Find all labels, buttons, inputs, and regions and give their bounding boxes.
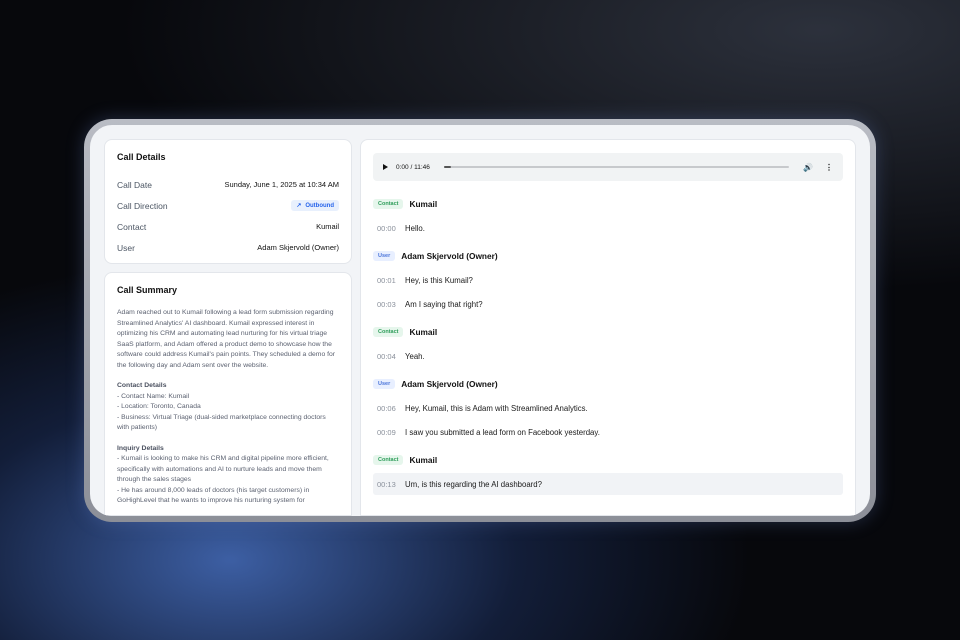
- timestamp[interactable]: 00:04: [377, 352, 397, 361]
- role-tag-contact: Contact: [373, 455, 404, 465]
- app-screen: Call Details Call Date Sunday, June 1, 2…: [90, 125, 870, 516]
- call-summary-card[interactable]: Call Summary Adam reached out to Kumail …: [104, 272, 352, 516]
- speaker-block: Contact Kumail 00:13 Um, is this regardi…: [373, 453, 843, 495]
- speaker-header: User Adam Skjervold (Owner): [373, 377, 843, 391]
- outbound-arrow-icon: ↗: [296, 203, 302, 209]
- transcript-panel[interactable]: 0:00 / 11:46 🔊 ⋮ Contact Kumail 00:00 He…: [360, 139, 856, 516]
- call-date-label: Call Date: [117, 179, 152, 190]
- call-date-value: Sunday, June 1, 2025 at 10:34 AM: [224, 180, 339, 189]
- device-frame: Call Details Call Date Sunday, June 1, 2…: [84, 119, 876, 522]
- role-tag-user: User: [373, 379, 396, 389]
- timestamp[interactable]: 00:03: [377, 300, 397, 309]
- role-tag-contact: Contact: [373, 199, 404, 209]
- utterance[interactable]: 00:01 Hey, is this Kumail?: [373, 269, 843, 291]
- utterance-text: Hello.: [405, 223, 425, 233]
- utterance-text: Am I saying that right?: [405, 299, 483, 309]
- contact-label: Contact: [117, 221, 147, 232]
- utterance[interactable]: 00:00 Hello.: [373, 217, 843, 239]
- speaker-header: Contact Kumail: [373, 197, 843, 211]
- user-value: Adam Skjervold (Owner): [257, 243, 339, 252]
- speaker-block: Contact Kumail 00:04 Yeah.: [373, 325, 843, 367]
- user-label: User: [117, 242, 135, 253]
- speaker-name: Kumail: [409, 199, 438, 209]
- progress-track[interactable]: [443, 166, 790, 168]
- audio-player[interactable]: 0:00 / 11:46 🔊 ⋮: [373, 153, 843, 181]
- speaker-header: Contact Kumail: [373, 325, 843, 339]
- speaker-name: Kumail: [409, 327, 438, 337]
- volume-icon[interactable]: 🔊: [803, 163, 813, 172]
- contact-value: Kumail: [316, 222, 339, 231]
- timestamp[interactable]: 00:00: [377, 224, 397, 233]
- progress-fill: [443, 166, 451, 168]
- call-summary-title: Call Summary: [117, 285, 178, 295]
- utterance-highlighted[interactable]: 00:13 Um, is this regarding the AI dashb…: [373, 473, 843, 495]
- contact-detail-line: - Business: Virtual Triage (dual-sided m…: [117, 413, 326, 432]
- transcript-list: Contact Kumail 00:00 Hello. User Adam Sk…: [373, 197, 843, 495]
- more-options-icon[interactable]: ⋮: [825, 163, 833, 172]
- utterance-text: Yeah.: [405, 351, 425, 361]
- detail-row-call-date: Call Date Sunday, June 1, 2025 at 10:34 …: [117, 174, 339, 195]
- utterance[interactable]: 00:04 Yeah.: [373, 345, 843, 367]
- inquiry-details-heading: Inquiry Details: [117, 444, 164, 452]
- timestamp[interactable]: 00:09: [377, 428, 397, 437]
- speaker-header: Contact Kumail: [373, 453, 843, 467]
- call-direction-label: Call Direction: [117, 200, 168, 211]
- speaker-block: User Adam Skjervold (Owner) 00:01 Hey, i…: [373, 249, 843, 315]
- contact-details-heading: Contact Details: [117, 382, 167, 389]
- player-time: 0:00 / 11:46: [396, 163, 430, 171]
- left-column: Call Details Call Date Sunday, June 1, 2…: [104, 139, 352, 516]
- utterance[interactable]: 00:09 I saw you submitted a lead form on…: [373, 421, 843, 443]
- detail-row-call-direction: Call Direction ↗ Outbound: [117, 195, 339, 216]
- contact-detail-line: - Contact Name: Kumail: [117, 392, 190, 400]
- speaker-block: User Adam Skjervold (Owner) 00:06 Hey, K…: [373, 377, 843, 443]
- speaker-name: Adam Skjervold (Owner): [401, 379, 498, 389]
- call-direction-value: Outbound: [305, 202, 334, 209]
- call-details-title: Call Details: [117, 152, 166, 162]
- role-tag-user: User: [373, 251, 396, 261]
- timestamp[interactable]: 00:01: [377, 276, 397, 285]
- summary-paragraph: Adam reached out to Kumail following a l…: [117, 309, 336, 369]
- utterance-text: Um, is this regarding the AI dashboard?: [405, 479, 542, 489]
- utterance-text: Hey, Kumail, this is Adam with Streamlin…: [405, 403, 588, 413]
- timestamp[interactable]: 00:06: [377, 404, 397, 413]
- speaker-name: Adam Skjervold (Owner): [401, 251, 498, 261]
- inquiry-detail-line: - Kumail is looking to make his CRM and …: [117, 455, 329, 483]
- role-tag-contact: Contact: [373, 327, 404, 337]
- contact-detail-line: - Location: Toronto, Canada: [117, 403, 201, 410]
- inquiry-detail-line: - He has around 8,000 leads of doctors (…: [117, 486, 310, 505]
- speaker-name: Kumail: [409, 455, 438, 465]
- play-icon[interactable]: [383, 164, 388, 170]
- detail-row-contact: Contact Kumail: [117, 216, 339, 237]
- utterance[interactable]: 00:03 Am I saying that right?: [373, 293, 843, 315]
- detail-row-user: User Adam Skjervold (Owner): [117, 237, 339, 258]
- utterance-text: Hey, is this Kumail?: [405, 275, 473, 285]
- call-details-card: Call Details Call Date Sunday, June 1, 2…: [104, 139, 352, 264]
- speaker-block: Contact Kumail 00:00 Hello.: [373, 197, 843, 239]
- outbound-badge: ↗ Outbound: [291, 200, 339, 211]
- utterance[interactable]: 00:06 Hey, Kumail, this is Adam with Str…: [373, 397, 843, 419]
- timestamp[interactable]: 00:13: [377, 480, 397, 489]
- speaker-header: User Adam Skjervold (Owner): [373, 249, 843, 263]
- utterance-text: I saw you submitted a lead form on Faceb…: [405, 427, 600, 437]
